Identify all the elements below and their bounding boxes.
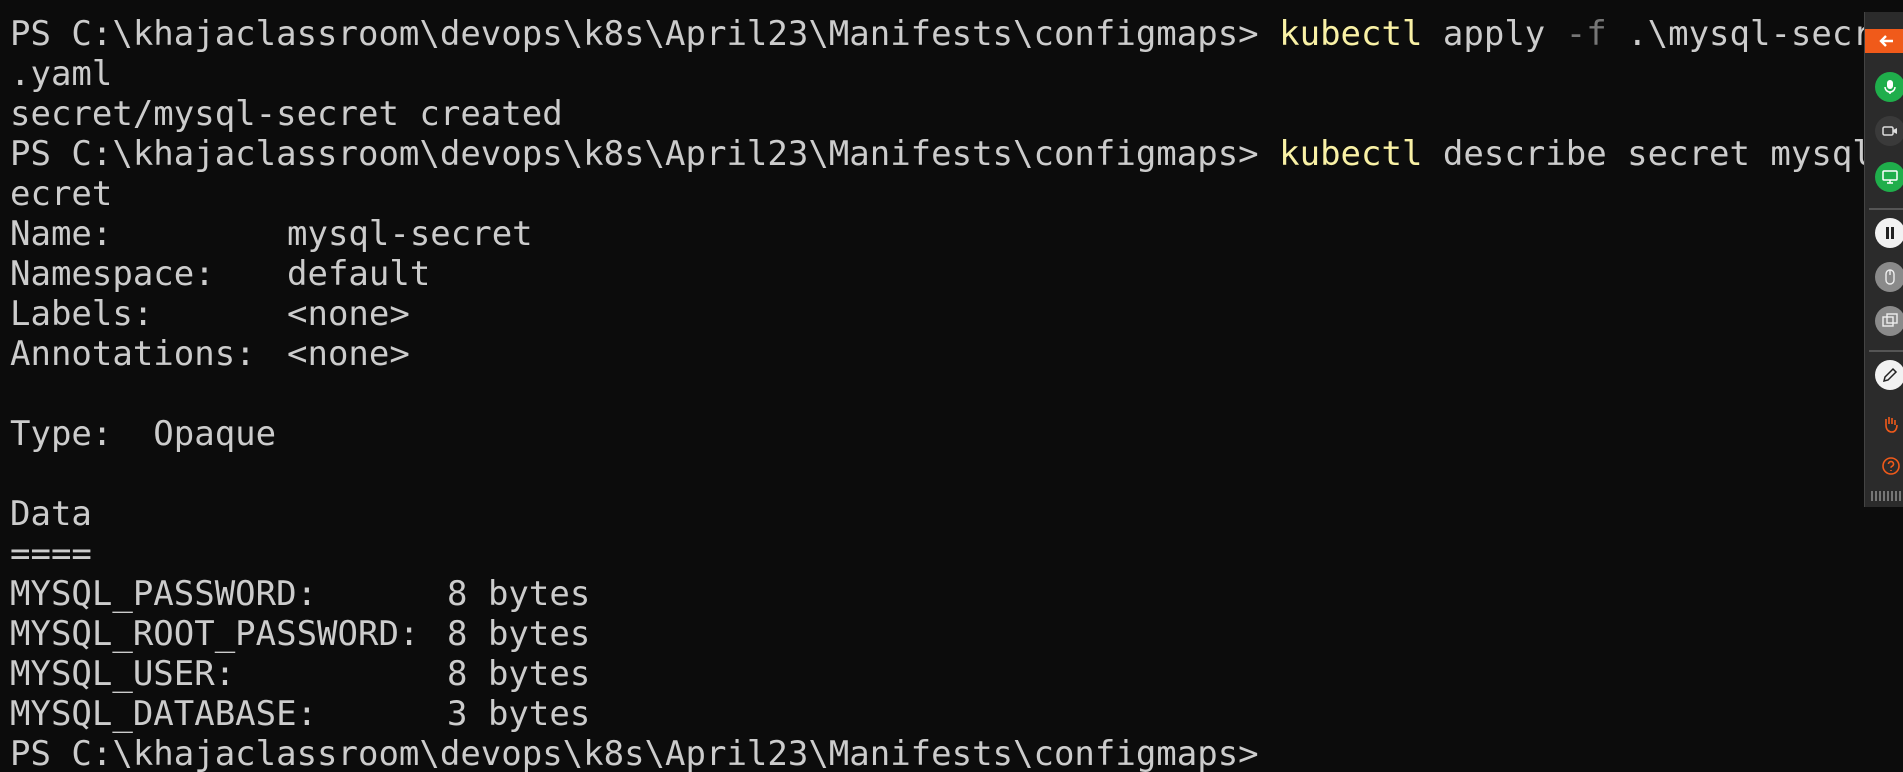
data-value: 8 bytes [447,614,591,654]
describe-name: Name: mysql-secret [10,214,1903,254]
command-line-current[interactable]: PS C:\khajaclassroom\devops\k8s\April23\… [10,734,1903,772]
describe-annotations: Annotations: <none> [10,334,1903,374]
field-label: Namespace: [10,254,215,294]
data-value: 8 bytes [447,574,591,614]
field-label: Labels: [10,294,154,334]
command-args: describe secret mysql-s [1422,134,1903,174]
floating-toolbar [1864,12,1903,507]
command-line: PS C:\khajaclassroom\devops\k8s\April23\… [10,134,1903,174]
data-rule: ==== [10,534,92,574]
command-line: PS C:\khajaclassroom\devops\k8s\April23\… [10,14,1903,54]
mouse-icon[interactable] [1875,262,1903,292]
pause-icon[interactable] [1875,218,1903,248]
data-row: MYSQL_PASSWORD: 8 bytes [10,574,1903,614]
terminal-window[interactable]: PS C:\khajaclassroom\devops\k8s\April23\… [0,0,1903,772]
data-header: Data [10,494,92,534]
pen-icon[interactable] [1875,360,1903,390]
field-label: Name: [10,214,113,254]
command-args: apply [1422,14,1566,54]
microphone-icon[interactable] [1875,72,1903,102]
camera-icon[interactable] [1875,116,1903,146]
prompt: PS C:\khajaclassroom\devops\k8s\April23\… [10,134,1259,174]
screen-share-icon[interactable] [1875,162,1903,192]
field-value: default [287,254,431,294]
hand-icon[interactable] [1875,408,1903,438]
describe-namespace: Namespace: default [10,254,1903,294]
command-wrap: ecret [10,174,113,214]
describe-type: Type: Opaque [10,414,277,454]
drag-handle[interactable] [1871,491,1903,501]
command-name: kubectl [1279,134,1423,174]
toolbar-divider [1869,208,1903,210]
command-wrap: .yaml [10,54,113,94]
field-value: <none> [287,294,410,334]
field-value: mysql-secret [287,214,533,254]
command-args: .\mysql-secret [1606,14,1903,54]
data-row: MYSQL_USER: 8 bytes [10,654,1903,694]
output-line: secret/mysql-secret created [10,94,563,134]
help-icon[interactable] [1875,450,1903,480]
prompt: PS C:\khajaclassroom\devops\k8s\April23\… [10,734,1259,772]
toolbar-divider [1869,350,1903,352]
data-key: MYSQL_ROOT_PASSWORD: [10,614,420,654]
data-value: 8 bytes [447,654,591,694]
field-label: Annotations: [10,334,256,374]
data-row: MYSQL_ROOT_PASSWORD: 8 bytes [10,614,1903,654]
data-key: MYSQL_USER: [10,654,236,694]
describe-labels: Labels: <none> [10,294,1903,334]
collapse-arrow-icon[interactable] [1865,29,1903,53]
field-value: <none> [287,334,410,374]
command-flag: -f [1565,14,1607,54]
window-icon[interactable] [1875,306,1903,336]
data-row: MYSQL_DATABASE: 3 bytes [10,694,1903,734]
data-key: MYSQL_PASSWORD: [10,574,318,614]
data-value: 3 bytes [447,694,591,734]
data-key: MYSQL_DATABASE: [10,694,318,734]
prompt: PS C:\khajaclassroom\devops\k8s\April23\… [10,14,1259,54]
command-name: kubectl [1279,14,1423,54]
